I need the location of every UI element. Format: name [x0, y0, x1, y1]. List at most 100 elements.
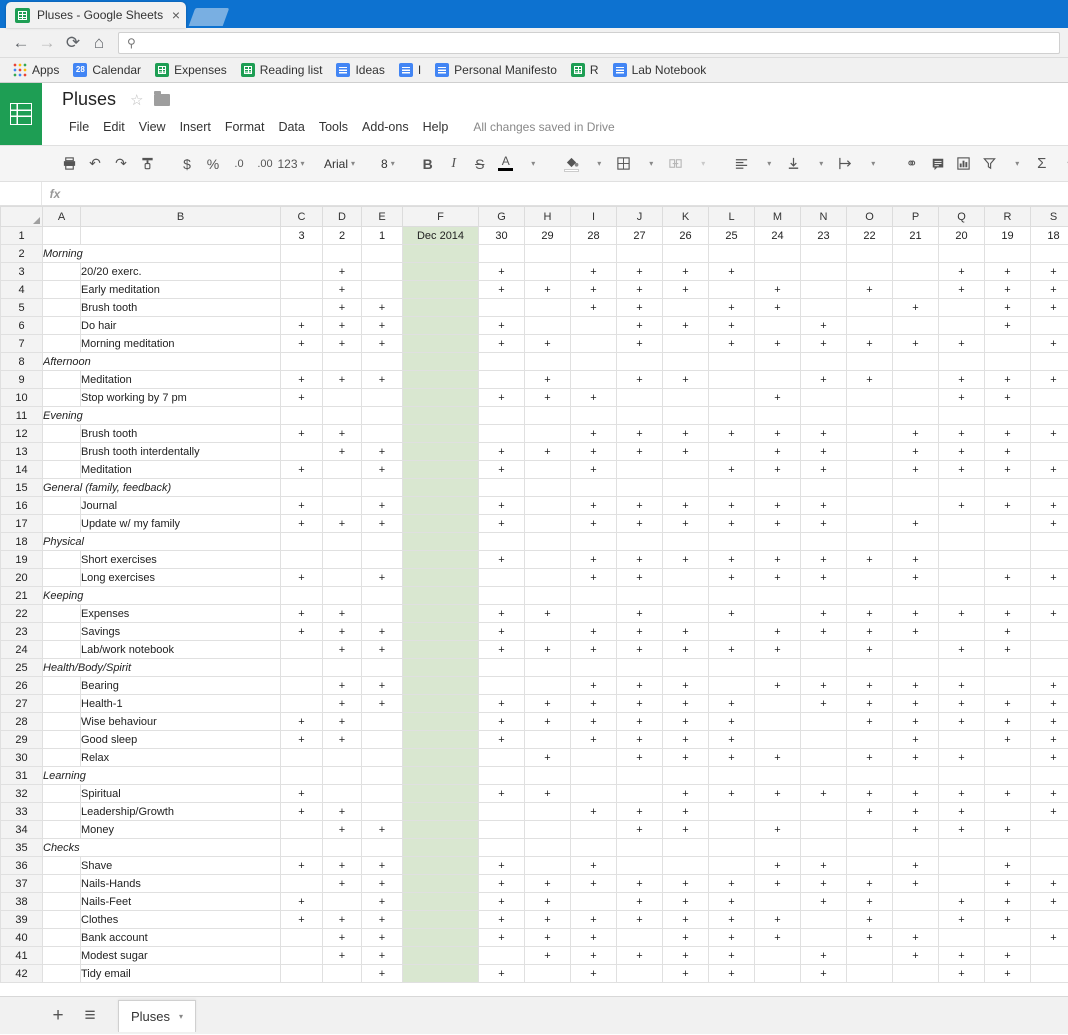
menu-insert[interactable]: Insert: [173, 118, 218, 136]
cell-F12[interactable]: [402, 424, 479, 443]
cell-J16[interactable]: +: [616, 496, 663, 515]
cell-L5[interactable]: +: [708, 298, 755, 317]
row-header-16[interactable]: 16: [0, 496, 43, 515]
cell-P20[interactable]: +: [892, 568, 939, 587]
cell-H32[interactable]: +: [524, 784, 571, 803]
cell-S27[interactable]: +: [1030, 694, 1068, 713]
cell-E41[interactable]: +: [361, 946, 403, 965]
cell-Q1[interactable]: 20: [938, 226, 985, 245]
cell-F32[interactable]: [402, 784, 479, 803]
cell-P38[interactable]: [892, 892, 939, 911]
cell-O3[interactable]: [846, 262, 893, 281]
menu-help[interactable]: Help: [416, 118, 456, 136]
cell-N35[interactable]: [800, 838, 847, 857]
task-label[interactable]: Leadership/Growth: [80, 802, 281, 821]
task-label[interactable]: Modest sugar: [80, 946, 281, 965]
cell-F20[interactable]: [402, 568, 479, 587]
cell-J7[interactable]: +: [616, 334, 663, 353]
row-header-11[interactable]: 11: [0, 406, 43, 425]
more-formats-button[interactable]: 123 ▾: [277, 151, 304, 177]
cell-I15[interactable]: [570, 478, 617, 497]
functions-caret[interactable]: ▾: [1055, 151, 1068, 177]
cell-K38[interactable]: +: [662, 892, 709, 911]
cell-G24[interactable]: +: [478, 640, 525, 659]
cell-I10[interactable]: +: [570, 388, 617, 407]
cell-L13[interactable]: [708, 442, 755, 461]
cell-O6[interactable]: [846, 316, 893, 335]
functions-icon[interactable]: Σ: [1029, 151, 1055, 177]
cell-K6[interactable]: +: [662, 316, 709, 335]
cell-E2[interactable]: [361, 244, 403, 263]
cell-I23[interactable]: +: [570, 622, 617, 641]
cell-L32[interactable]: +: [708, 784, 755, 803]
cell-C17[interactable]: +: [280, 514, 323, 533]
cell-A41[interactable]: [42, 946, 81, 965]
cell-G3[interactable]: +: [478, 262, 525, 281]
cell-L10[interactable]: [708, 388, 755, 407]
cell-D12[interactable]: +: [322, 424, 362, 443]
cell-P42[interactable]: [892, 964, 939, 983]
cell-H24[interactable]: +: [524, 640, 571, 659]
cell-J20[interactable]: +: [616, 568, 663, 587]
menu-view[interactable]: View: [132, 118, 173, 136]
cell-Q28[interactable]: +: [938, 712, 985, 731]
cell-R34[interactable]: +: [984, 820, 1031, 839]
cell-L12[interactable]: +: [708, 424, 755, 443]
cell-R8[interactable]: [984, 352, 1031, 371]
cell-Q4[interactable]: +: [938, 280, 985, 299]
cell-E11[interactable]: [361, 406, 403, 425]
halign-caret[interactable]: ▾: [755, 151, 781, 177]
cell-H1[interactable]: 29: [524, 226, 571, 245]
filter-caret[interactable]: ▾: [1003, 151, 1029, 177]
cell-J33[interactable]: +: [616, 802, 663, 821]
row-header-31[interactable]: 31: [0, 766, 43, 785]
cell-J28[interactable]: +: [616, 712, 663, 731]
cell-C7[interactable]: +: [280, 334, 323, 353]
cell-D6[interactable]: +: [322, 316, 362, 335]
cell-K12[interactable]: +: [662, 424, 709, 443]
column-header-P[interactable]: P: [892, 206, 939, 227]
cell-K21[interactable]: [662, 586, 709, 605]
cell-I42[interactable]: +: [570, 964, 617, 983]
cell-E5[interactable]: +: [361, 298, 403, 317]
cell-F17[interactable]: [402, 514, 479, 533]
cell-I38[interactable]: [570, 892, 617, 911]
cell-L6[interactable]: +: [708, 316, 755, 335]
forward-icon[interactable]: →: [34, 30, 60, 56]
cell-C16[interactable]: +: [280, 496, 323, 515]
cell-H38[interactable]: +: [524, 892, 571, 911]
cell-I26[interactable]: +: [570, 676, 617, 695]
cell-F4[interactable]: [402, 280, 479, 299]
cell-Q25[interactable]: [938, 658, 985, 677]
cell-K39[interactable]: +: [662, 910, 709, 929]
cell-H12[interactable]: [524, 424, 571, 443]
row-header-22[interactable]: 22: [0, 604, 43, 623]
cell-O26[interactable]: +: [846, 676, 893, 695]
insert-link-icon[interactable]: ⚭: [899, 151, 925, 177]
cell-C3[interactable]: [280, 262, 323, 281]
menu-edit[interactable]: Edit: [96, 118, 132, 136]
cell-O21[interactable]: [846, 586, 893, 605]
cell-H27[interactable]: +: [524, 694, 571, 713]
cell-H34[interactable]: [524, 820, 571, 839]
cell-I1[interactable]: 28: [570, 226, 617, 245]
task-label[interactable]: Early meditation: [80, 280, 281, 299]
cell-R19[interactable]: [984, 550, 1031, 569]
cell-I29[interactable]: +: [570, 730, 617, 749]
row-header-1[interactable]: 1: [0, 226, 43, 245]
cell-L22[interactable]: +: [708, 604, 755, 623]
task-label[interactable]: Money: [80, 820, 281, 839]
cell-D26[interactable]: +: [322, 676, 362, 695]
cell-H42[interactable]: [524, 964, 571, 983]
cell-G27[interactable]: +: [478, 694, 525, 713]
cell-P19[interactable]: +: [892, 550, 939, 569]
cell-J39[interactable]: +: [616, 910, 663, 929]
cell-G2[interactable]: [478, 244, 525, 263]
cell-C25[interactable]: [280, 658, 323, 677]
cell-G25[interactable]: [478, 658, 525, 677]
cell-S39[interactable]: [1030, 910, 1068, 929]
cell-K31[interactable]: [662, 766, 709, 785]
cell-I12[interactable]: +: [570, 424, 617, 443]
cell-N37[interactable]: +: [800, 874, 847, 893]
cell-D13[interactable]: +: [322, 442, 362, 461]
